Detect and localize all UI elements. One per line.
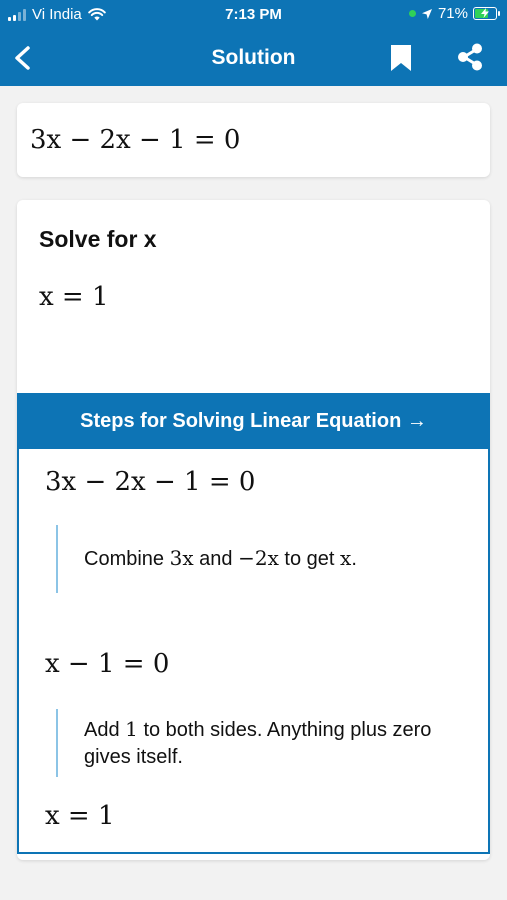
bookmark-icon[interactable] bbox=[389, 44, 413, 72]
privacy-indicator-icon bbox=[408, 10, 416, 17]
steps-header-button[interactable]: Steps for Solving Linear Equation → bbox=[17, 393, 490, 449]
status-right: 71% bbox=[408, 5, 500, 22]
step-math-term: −2x bbox=[238, 546, 279, 570]
step-equation: x − 1 = 0 bbox=[45, 649, 170, 679]
step-explanation: Add 1 to both sides. Anything plus zero … bbox=[56, 709, 456, 777]
step-text: . bbox=[351, 548, 357, 570]
step-math-term: 1 bbox=[125, 716, 138, 741]
navigation-bar: Solution bbox=[0, 30, 507, 86]
battery-icon bbox=[473, 7, 500, 20]
solution-card: Solve for x x = 1 Steps for Solving Line… bbox=[17, 200, 490, 860]
step-text: Combine bbox=[84, 548, 170, 570]
location-arrow-icon bbox=[421, 8, 432, 19]
status-bar: Vi India 7:13 PM 71% bbox=[0, 0, 507, 30]
page-title: Solution bbox=[211, 46, 296, 69]
battery-percent: 71% bbox=[437, 5, 468, 22]
share-icon[interactable] bbox=[455, 42, 485, 72]
solve-heading: Solve for x bbox=[39, 226, 157, 252]
steps-panel: 3x − 2x − 1 = 0 Combine 3x and −2x to ge… bbox=[17, 449, 490, 854]
step-explanation: Combine 3x and −2x to get x. bbox=[56, 525, 456, 593]
solution-result: x = 1 bbox=[39, 282, 109, 312]
step-text: and bbox=[193, 548, 239, 570]
step-text: to get bbox=[278, 548, 341, 570]
charging-bolt-icon bbox=[481, 8, 489, 18]
problem-card[interactable]: 3x − 2x − 1 = 0 bbox=[17, 103, 490, 177]
steps-header-label: Steps for Solving Linear Equation → bbox=[80, 409, 427, 432]
step-equation: x = 1 bbox=[45, 801, 115, 831]
step-equation: 3x − 2x − 1 = 0 bbox=[45, 467, 256, 497]
problem-equation: 3x − 2x − 1 = 0 bbox=[30, 125, 241, 155]
step-text: Add bbox=[84, 718, 126, 741]
step-math-term: x bbox=[340, 546, 352, 570]
step-math-term: 3x bbox=[169, 546, 194, 570]
